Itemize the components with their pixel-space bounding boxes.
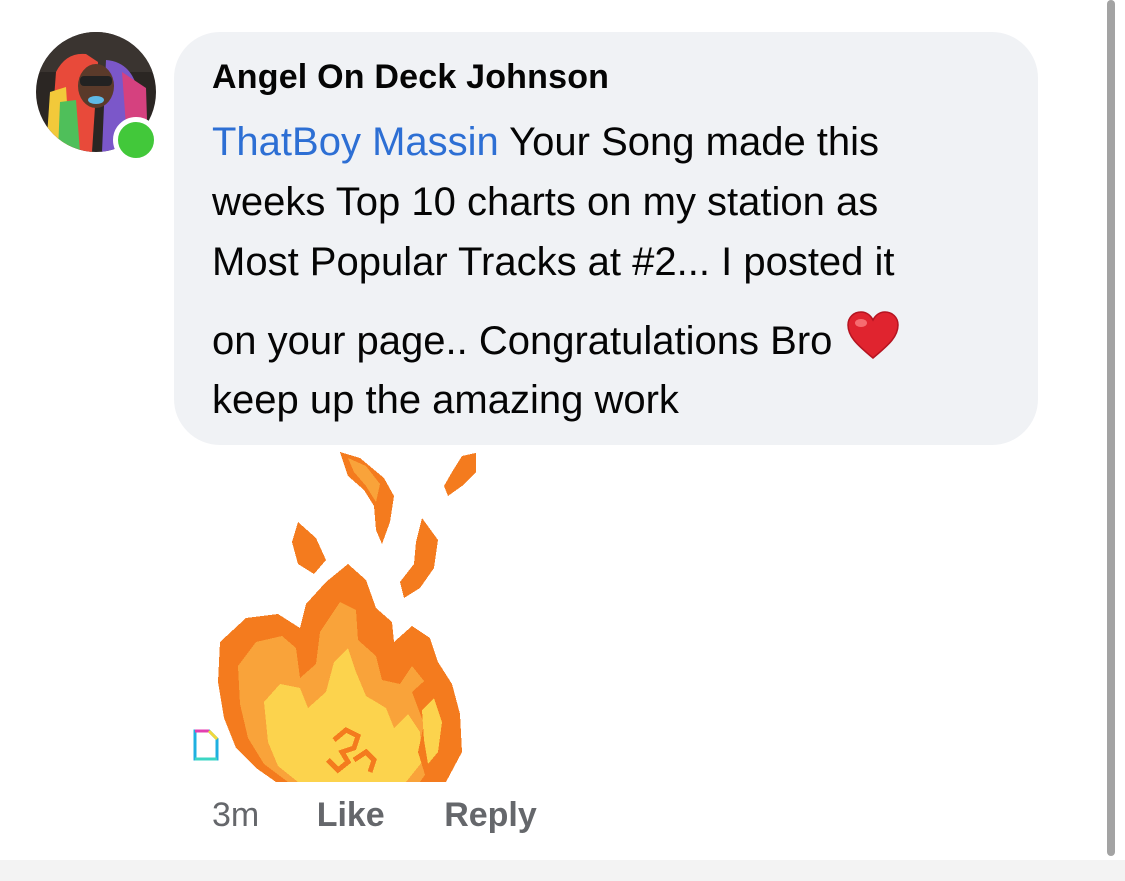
- like-button[interactable]: Like: [317, 796, 385, 835]
- comment-line-2: weeks Top 10 charts on my station as: [212, 180, 879, 224]
- comment-text: ThatBoy Massin Your Song made this weeks…: [212, 112, 1012, 430]
- pixel-fire-sticker[interactable]: [216, 452, 480, 787]
- comment-line-5: keep up the amazing work: [212, 378, 679, 422]
- comment-text-segment: Your Song made this: [498, 120, 880, 164]
- online-status-icon: [113, 117, 159, 163]
- comment-author[interactable]: Angel On Deck Johnson: [212, 58, 609, 97]
- comment-line-1: ThatBoy Massin Your Song made this: [212, 112, 1012, 172]
- comment-timestamp: 3m: [212, 796, 260, 834]
- scrollbar[interactable]: [1107, 0, 1115, 856]
- red-heart-icon: [846, 310, 900, 377]
- comment-actions: 3m Like Reply: [212, 796, 587, 835]
- broken-image-icon: [192, 728, 222, 767]
- comment-line-3: Most Popular Tracks at #2... I posted it: [212, 240, 895, 284]
- comment-line-4: on your page.. Congratulations Bro: [212, 310, 1012, 370]
- reply-button[interactable]: Reply: [444, 796, 537, 835]
- mention-link[interactable]: ThatBoy Massin: [212, 120, 499, 164]
- comment-text-segment: on your page.. Congratulations Bro: [212, 319, 833, 363]
- bottom-divider: [0, 860, 1125, 881]
